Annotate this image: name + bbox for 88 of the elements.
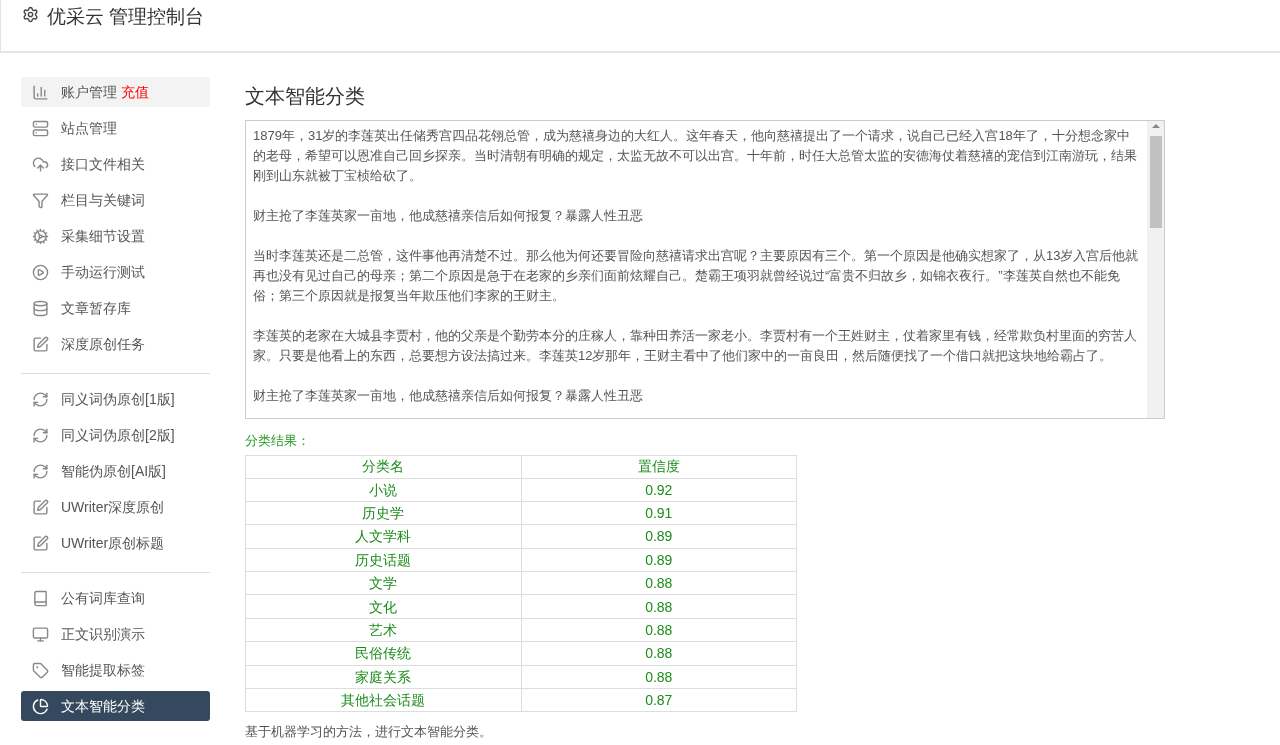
sidebar-item-label: 同义词伪原创[2版] [61, 425, 175, 445]
sidebar-item[interactable]: 采集细节设置 [21, 221, 210, 251]
sidebar-item[interactable]: 栏目与关键词 [21, 185, 210, 215]
sidebar-item-label: 采集细节设置 [61, 226, 145, 246]
sidebar-item[interactable]: UWriter原创标题 [21, 528, 210, 558]
sidebar-item[interactable]: 文章暂存库 [21, 293, 210, 323]
sidebar-item-label: 栏目与关键词 [61, 190, 145, 210]
table-cell: 0.91 [521, 501, 797, 525]
scroll-up-icon [1151, 124, 1160, 128]
table-cell: 文学 [245, 571, 521, 595]
table-cell: 0.88 [521, 665, 797, 689]
table-cell: 0.89 [521, 524, 797, 549]
edit-icon [32, 335, 49, 353]
sidebar-item[interactable]: 站点管理 [21, 113, 210, 143]
sidebar-item-label: 手动运行测试 [61, 262, 145, 282]
cloud-upload-icon [32, 155, 49, 173]
edit-icon [32, 498, 49, 516]
sidebar-item-label: 公有词库查询 [61, 588, 145, 608]
table-cell: 0.92 [521, 478, 797, 502]
table-cell: 0.87 [521, 688, 797, 712]
sidebar-item-label: 账户管理 [61, 82, 117, 102]
sidebar-item-label: 智能提取标签 [61, 660, 145, 680]
table-cell: 0.88 [521, 571, 797, 595]
recharge-link[interactable]: 充值 [121, 81, 149, 103]
filter-icon [32, 191, 49, 209]
table-cell: 民俗传统 [245, 641, 521, 666]
monitor-icon [32, 625, 49, 643]
sidebar-item[interactable]: 手动运行测试 [21, 257, 210, 287]
scrollbar[interactable] [1147, 121, 1164, 418]
edit-icon [32, 534, 49, 552]
sidebar-item-label: 智能伪原创[AI版] [61, 461, 166, 481]
sidebar-item[interactable]: 智能伪原创[AI版] [21, 456, 210, 486]
refresh-icon [32, 390, 49, 408]
sidebar-item-label: 文章暂存库 [61, 298, 131, 318]
book-icon [32, 589, 49, 607]
sidebar-item-label: UWriter深度原创 [61, 497, 165, 517]
play-icon [32, 263, 49, 281]
table-cell: 0.88 [521, 641, 797, 666]
sidebar-item[interactable]: 智能提取标签 [21, 655, 210, 685]
table-cell: 0.89 [521, 548, 797, 572]
table-cell: 文化 [245, 594, 521, 619]
table-cell: 历史学 [245, 501, 521, 525]
table-cell: 小说 [245, 478, 521, 502]
table-cell: 艺术 [245, 618, 521, 642]
description-text: 基于机器学习的方法，进行文本智能分类。 [245, 723, 493, 742]
refresh-icon [32, 462, 49, 480]
page-title: 文本智能分类 [245, 84, 366, 109]
table-cell: 历史话题 [245, 548, 521, 572]
sidebar-item-label: UWriter原创标题 [61, 533, 165, 553]
sidebar-item-label: 接口文件相关 [61, 154, 145, 174]
gears-icon [32, 227, 49, 245]
sidebar-item-label: 正文识别演示 [61, 624, 145, 644]
scrollbar-thumb[interactable] [1149, 136, 1162, 228]
table-cell: 0.88 [521, 594, 797, 619]
sidebar-item-label: 站点管理 [61, 118, 117, 138]
column-header: 分类名 [245, 455, 521, 478]
text-paragraph: 财主抢了李莲英家一亩地，他成慈禧亲信后如何报复？暴露人性丑恶 [253, 387, 644, 405]
text-paragraph: 财主抢了李莲英家一亩地，他成慈禧亲信后如何报复？暴露人性丑恶 [253, 207, 644, 225]
app-title: 优采云 管理控制台 [47, 5, 205, 29]
sidebar-item[interactable]: 深度原创任务 [21, 329, 210, 359]
sidebar-item[interactable]: 同义词伪原创[1版] [21, 384, 210, 414]
sidebar-item[interactable]: 文本智能分类 [21, 691, 210, 721]
sidebar-item[interactable]: 正文识别演示 [21, 619, 210, 649]
table-cell: 0.88 [521, 618, 797, 642]
text-paragraph: 当时李莲英还是二总管，这件事他再清楚不过。那么他为何还要冒险向慈禧请求出宫呢？主要原因有三个。第一个原因是他确实想家了，从13岁入宫后他就再也没有见过自己的母亲；第二个原因是急于在老家的乡亲们面前炫耀自己。楚霸王项羽就曾经说过“富贵不归故乡，如锦衣夜行。”李莲英自然也不能免俗；第三个原因就是报复当年欺压他们李家的王财主。 [253, 247, 1140, 305]
sidebar-item[interactable]: UWriter深度原创 [21, 492, 210, 522]
table-cell: 家庭关系 [245, 665, 521, 689]
sidebar-item[interactable]: 账户管理 充值 [21, 77, 210, 107]
server-icon [32, 119, 49, 137]
sidebar-item[interactable]: 同义词伪原创[2版] [21, 420, 210, 450]
sidebar-item[interactable]: 接口文件相关 [21, 149, 210, 179]
database-icon [32, 299, 49, 317]
table-cell: 人文学科 [245, 524, 521, 549]
refresh-icon [32, 426, 49, 444]
sidebar-item-label: 深度原创任务 [61, 334, 145, 354]
result-label: 分类结果： [245, 432, 311, 450]
sidebar-item[interactable]: 公有词库查询 [21, 583, 210, 613]
text-paragraph: 李莲英的老家在大城县李贾村，他的父亲是个勤劳本分的庄稼人，靠种田养活一家老小。李贾村有一个王姓财主，仗着家里有钱，经常欺负村里面的穷苦人家。只要是他看上的东西，总要想方设法搞过来。李莲英12岁那年，王财主看中了他们家中的一亩良田，然后随便找了一个借口就把这块地给霸占了。 [253, 327, 1138, 365]
tag-icon [32, 661, 49, 679]
text-area[interactable] [245, 120, 1165, 419]
bar-chart-icon [32, 83, 49, 101]
settings-icon [22, 6, 39, 23]
sidebar-item-label: 同义词伪原创[1版] [61, 389, 175, 409]
sidebar-item-label: 文本智能分类 [61, 696, 145, 716]
column-header: 置信度 [521, 455, 797, 478]
pie-chart-icon [32, 697, 49, 715]
table-cell: 其他社会话题 [245, 688, 521, 712]
text-paragraph: 1879年，31岁的李莲英出任储秀宫四品花翎总管，成为慈禧身边的大红人。这年春天，他向慈禧提出了一个请求，说自己已经入宫18年了，十分想念家中的老母，希望可以恩准自己回乡探亲。当时清朝有明确的规定，太监无故不可以出宫。十年前，时任大总管太监的安德海仗着慈禧的宠信到江南游玩，结果刚到山东就被丁宝桢给砍了。 [253, 127, 1138, 185]
